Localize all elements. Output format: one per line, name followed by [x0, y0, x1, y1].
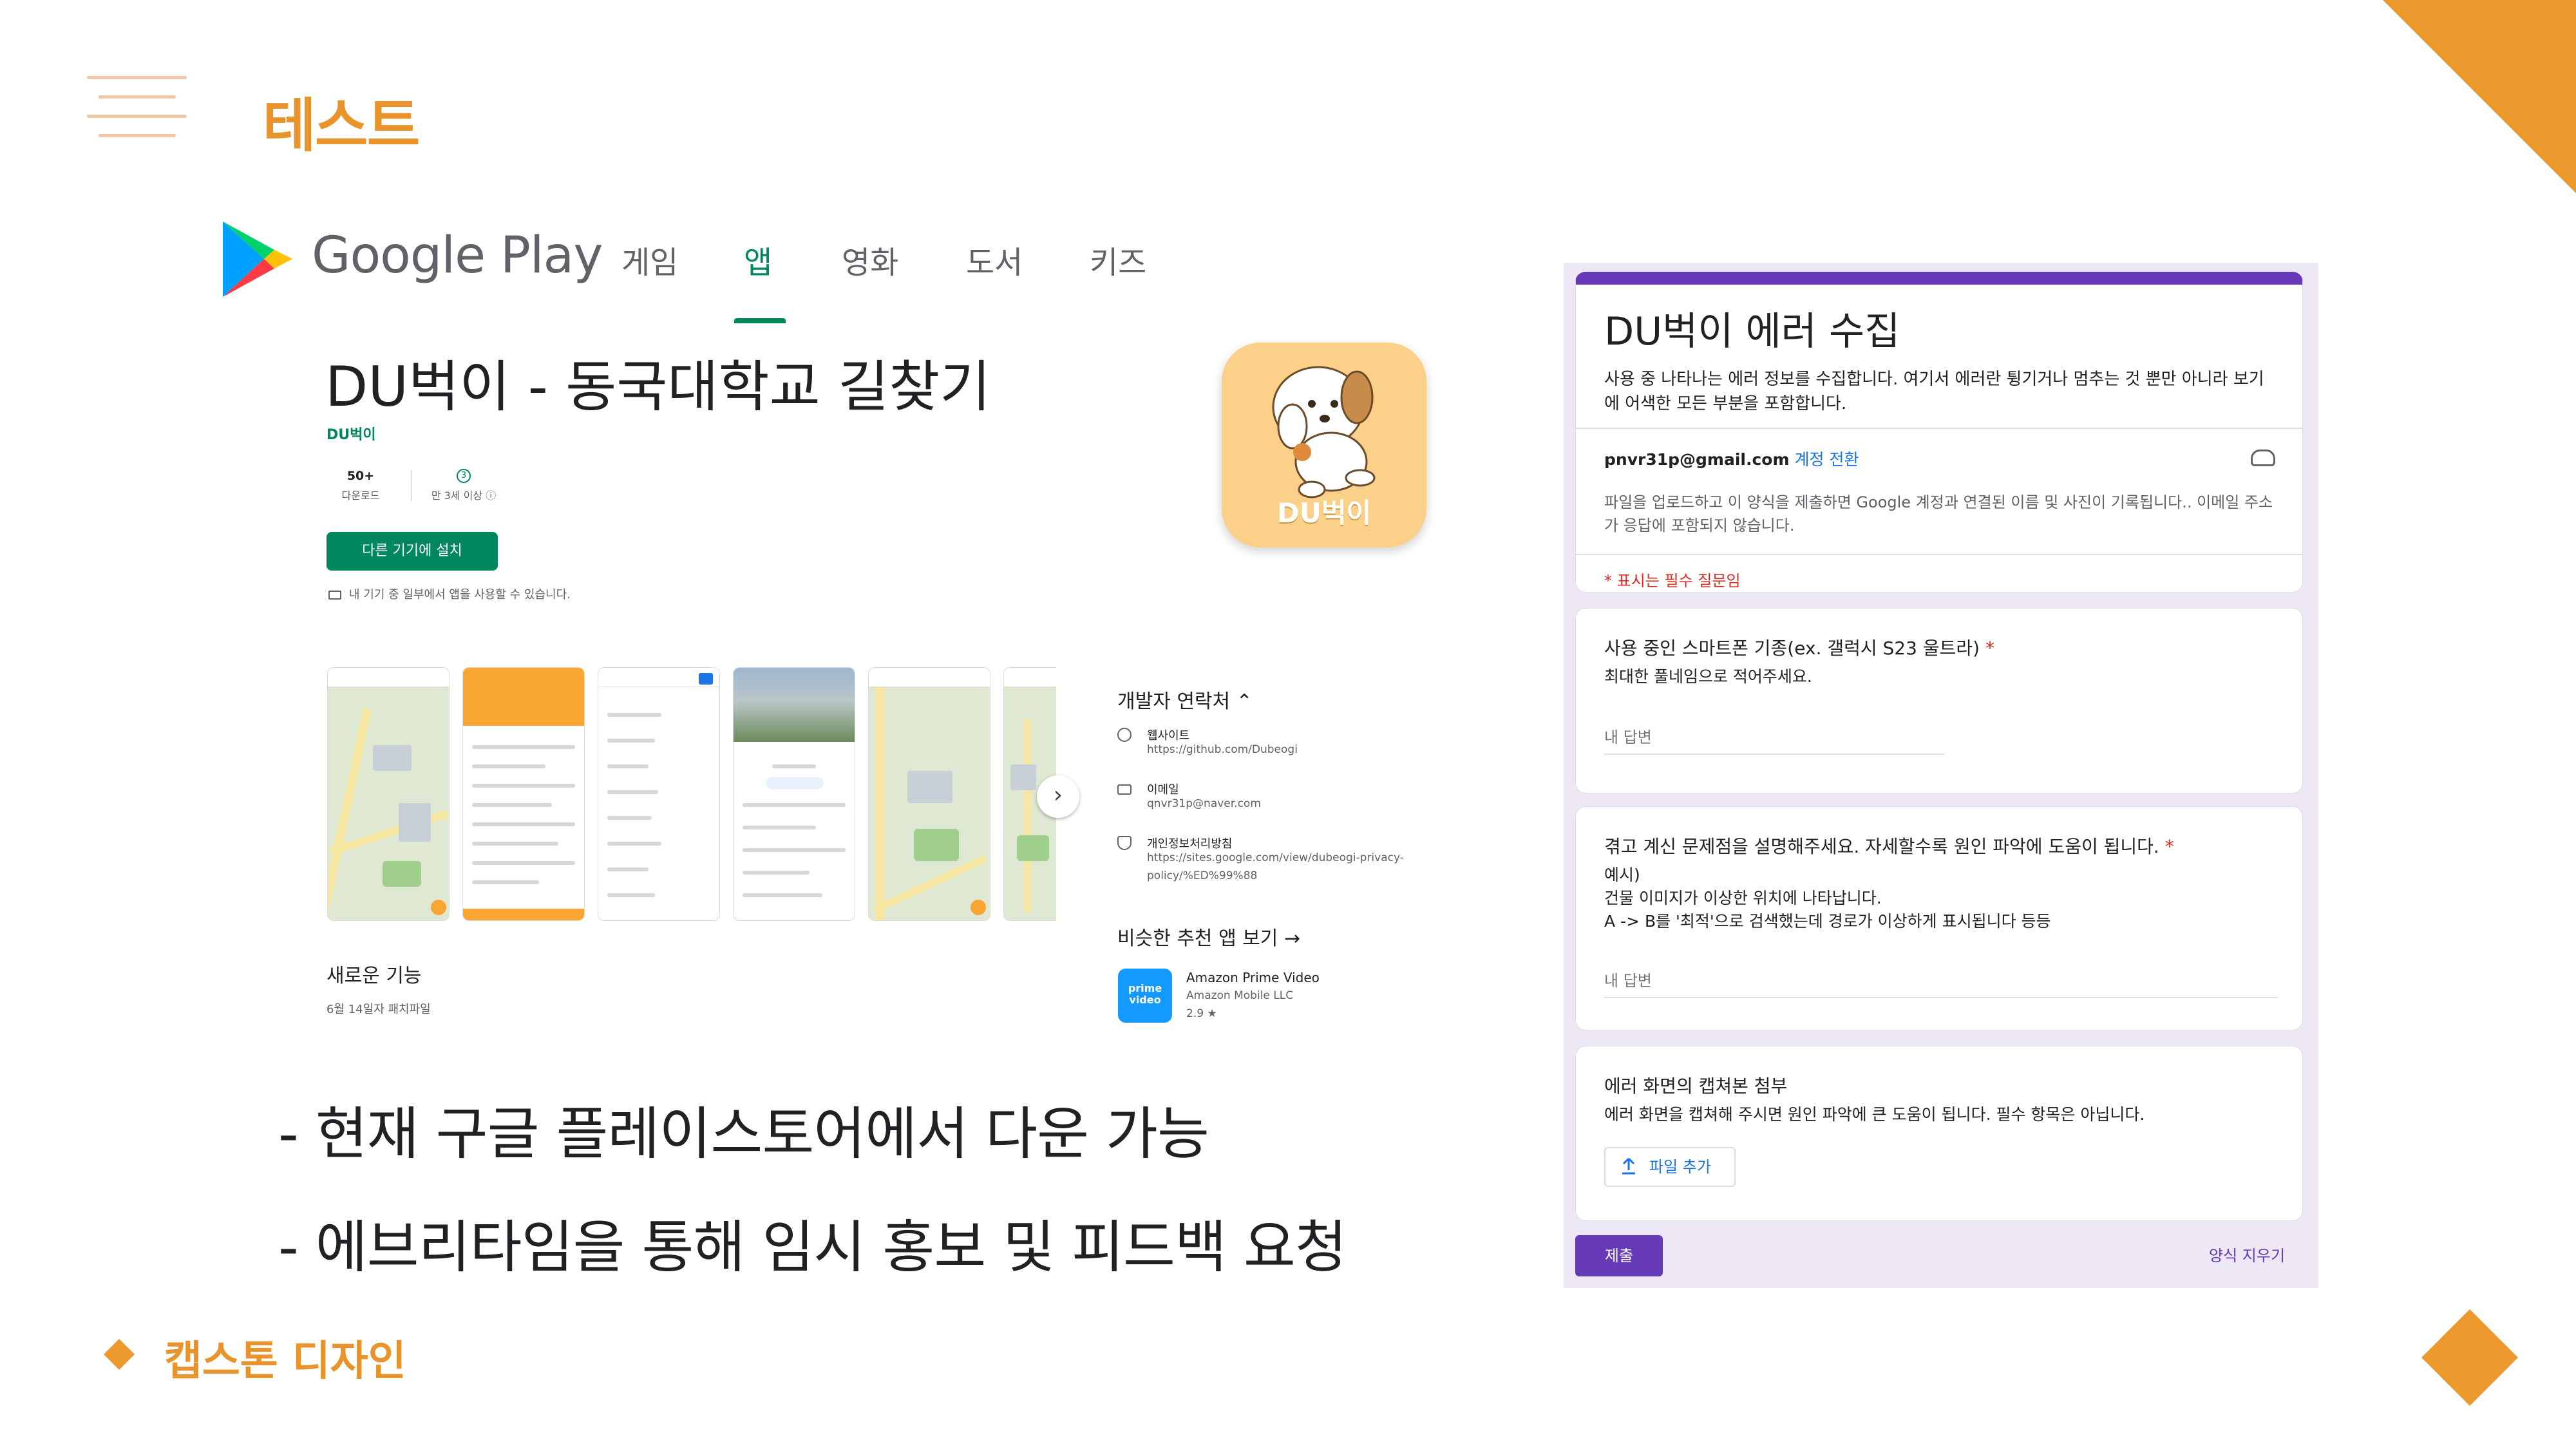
question-2-desc: 예시) 건물 이미지가 이상한 위치에 나타납니다. A -> B를 '최적'으…: [1604, 864, 2051, 933]
account-line: pnvr31p@gmail.com 계정 전환: [1604, 447, 1859, 470]
privacy-url-1: https://sites.google.com/view/dubeogi-pr…: [1147, 851, 1404, 864]
form-description: 사용 중 나타나는 에러 정보를 수집합니다. 여기서 에러란 튕기거나 멈추는…: [1604, 370, 2264, 413]
globe-icon: [1117, 728, 1132, 742]
question-1-input[interactable]: 내 답변: [1604, 724, 1944, 755]
website-url: https://github.com/Dubeogi: [1147, 743, 1298, 756]
devices-icon: [328, 591, 341, 600]
question-2-title: 겪고 계신 문제점을 설명해주세요. 자세할수록 원인 파악에 도움이 됩니다.…: [1604, 833, 2174, 858]
corner-decoration: [2383, 0, 2576, 193]
website-row[interactable]: 웹사이트 https://github.com/Dubeogi: [1117, 726, 1439, 765]
rating-badge-icon: 3: [457, 469, 471, 483]
bullet-2: - 에브리타임을 통해 임시 홍보 및 피드백 요청: [278, 1214, 1347, 1280]
downloads-stat: 50+ 다운로드: [325, 469, 396, 502]
install-button[interactable]: 다른 기기에 설치: [327, 532, 498, 571]
device-compat-note: 내 기기 중 일부에서 앱을 사용할 수 있습니다.: [328, 585, 571, 602]
bullet-1: - 현재 구글 플레이스토어에서 다운 가능: [278, 1101, 1209, 1167]
shield-icon: [1117, 836, 1132, 850]
question-3-desc: 에러 화면을 캡쳐해 주시면 원인 파악에 큰 도움이 됩니다. 필수 항목은 …: [1604, 1105, 2145, 1124]
screenshot-3[interactable]: [598, 667, 720, 921]
screenshot-2[interactable]: [462, 667, 585, 921]
question-2-desc-line-2: 건물 이미지가 이상한 위치에 나타납니다.: [1604, 889, 1882, 907]
question-2-text: 겪고 계신 문제점을 설명해주세요. 자세할수록 원인 파악에 도움이 됩니다.: [1604, 836, 2159, 857]
question-2-card: 겪고 계신 문제점을 설명해주세요. 자세할수록 원인 파악에 도움이 됩니다.…: [1575, 806, 2303, 1030]
form-divider: [1576, 428, 2302, 429]
footer-label: 캡스톤 디자인: [164, 1338, 406, 1385]
required-star: *: [2164, 836, 2174, 857]
slide-title: 테스트: [263, 92, 420, 160]
app-icon: DU벅이: [1222, 343, 1426, 547]
add-file-button[interactable]: 파일 추가: [1604, 1147, 1736, 1187]
question-1-text: 사용 중인 스마트폰 기종(ex. 갤럭시 S23 울트라): [1604, 638, 1980, 659]
question-3-title: 에러 화면의 캡쳐본 첨부: [1604, 1075, 1788, 1097]
screenshot-5[interactable]: [868, 667, 990, 921]
whats-new-text: 6월 14일자 패치파일: [327, 1003, 431, 1016]
app-title: DU벅이 - 동국대학교 길찾기: [325, 355, 991, 419]
downloads-label: 다운로드: [341, 489, 380, 502]
prime-video-icon[interactable]: prime video: [1118, 969, 1172, 1023]
menu-lines-icon: [87, 76, 190, 140]
form-title: DU벅이 에러 수집: [1604, 309, 1900, 354]
privacy-row[interactable]: 개인정보처리방침 https://sites.google.com/view/d…: [1117, 835, 1439, 893]
developer-link[interactable]: DU벅이: [327, 423, 376, 444]
submit-button[interactable]: 제출: [1575, 1235, 1663, 1276]
screenshot-1[interactable]: [327, 667, 450, 921]
nav-movies[interactable]: 영화: [842, 237, 898, 282]
similar-app-name[interactable]: Amazon Prime Video: [1186, 970, 1320, 985]
question-1-title: 사용 중인 스마트폰 기종(ex. 갤럭시 S23 울트라) *: [1604, 634, 1994, 660]
form-divider-2: [1576, 554, 2302, 555]
required-star: *: [1985, 638, 1994, 659]
account-email: pnvr31p@gmail.com: [1604, 450, 1790, 469]
nav-games[interactable]: 게임: [621, 237, 678, 282]
dev-contact-toggle[interactable]: 개발자 연락처 ⌃: [1117, 685, 1253, 714]
account-note: 파일을 업로드하고 이 양식을 제출하면 Google 계정과 연결된 이름 및…: [1604, 493, 2273, 535]
whats-new-heading: 새로운 기능: [327, 965, 422, 987]
email-label: 이메일: [1147, 783, 1179, 797]
privacy-url-2: policy/%ED%99%88: [1147, 869, 1258, 882]
app-icon-label: DU벅이: [1276, 497, 1372, 529]
email-value: qnvr31p@naver.com: [1147, 797, 1261, 810]
rating-label: 만 3세 이상 ⓘ: [431, 489, 497, 502]
google-play-wordmark: Google Play: [312, 227, 603, 285]
screenshots-next-button[interactable]: ›: [1037, 775, 1079, 818]
mail-icon: [1117, 784, 1132, 795]
question-1-card: 사용 중인 스마트폰 기종(ex. 갤럭시 S23 울트라) * 최대한 풀네임…: [1575, 608, 2303, 793]
downloads-value: 50+: [346, 469, 375, 483]
similar-apps-link[interactable]: 비슷한 추천 앱 보기 →: [1117, 922, 1300, 951]
question-2-desc-line-3: A -> B를 '최적'으로 검색했는데 경로가 이상하게 표시됩니다 등등: [1604, 912, 2051, 931]
similar-app-developer: Amazon Mobile LLC: [1186, 989, 1294, 1002]
active-tab-indicator: [734, 318, 786, 323]
google-play-logo-icon: [223, 222, 292, 297]
switch-account-link[interactable]: 계정 전환: [1795, 450, 1859, 469]
question-1-desc: 최대한 풀네임으로 적어주세요.: [1604, 667, 1812, 686]
stat-divider: [411, 470, 412, 501]
email-row[interactable]: 이메일 qnvr31p@naver.com: [1117, 781, 1439, 819]
corner-diamond-decoration: [2421, 1309, 2518, 1406]
clear-form-button[interactable]: 양식 지우기: [2209, 1243, 2285, 1265]
device-note-text: 내 기기 중 일부에서 앱을 사용할 수 있습니다.: [349, 588, 571, 601]
website-label: 웹사이트: [1147, 729, 1190, 743]
screenshot-4[interactable]: [733, 667, 855, 921]
upload-icon: [1622, 1157, 1635, 1175]
similar-app-rating: 2.9 ★: [1186, 1007, 1217, 1020]
question-2-input[interactable]: 내 답변: [1604, 968, 2278, 998]
form-header-card: DU벅이 에러 수집 사용 중 나타나는 에러 정보를 수집합니다. 여기서 에…: [1575, 272, 2303, 592]
nav-books[interactable]: 도서: [966, 237, 1023, 282]
cloud-saved-icon: [2251, 450, 2275, 466]
question-2-desc-line-1: 예시): [1604, 866, 1640, 884]
required-note: * 표시는 필수 질문임: [1604, 572, 1741, 590]
question-3-card: 에러 화면의 캡쳐본 첨부 에러 화면을 캡쳐해 주시면 원인 파악에 큰 도움…: [1575, 1046, 2303, 1221]
nav-kids[interactable]: 키즈: [1090, 237, 1146, 282]
add-file-label: 파일 추가: [1649, 1158, 1711, 1176]
content-rating-stat: 3 만 3세 이상 ⓘ: [422, 469, 506, 502]
privacy-label: 개인정보처리방침: [1147, 837, 1233, 851]
footer-diamond-icon: [103, 1338, 135, 1370]
nav-apps[interactable]: 앱: [744, 237, 772, 282]
